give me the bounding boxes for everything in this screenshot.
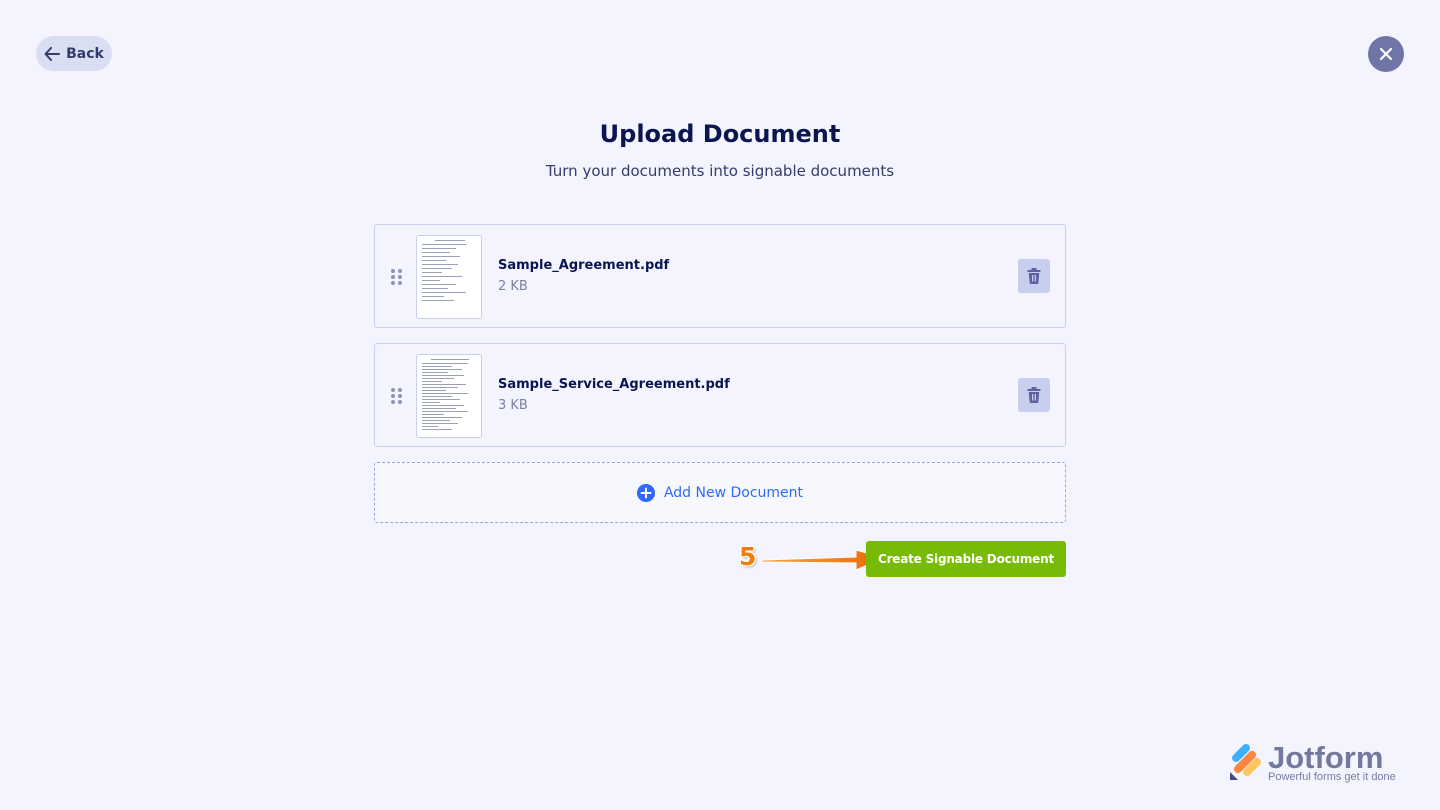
brand-tagline: Powerful forms get it done [1268,771,1396,783]
document-thumbnail [416,235,482,319]
step-number-annotation: 5 [739,542,757,571]
document-thumbnail [416,354,482,438]
jotform-watermark: Jotform Powerful forms get it done [1228,740,1408,790]
delete-document-button[interactable] [1018,259,1050,293]
delete-document-button[interactable] [1018,378,1050,412]
add-new-document-label: Add New Document [663,484,804,501]
jotform-logo-icon [1230,744,1261,780]
page-subtitle: Turn your documents into signable docume… [545,162,895,180]
arrow-left-icon [44,46,61,61]
document-name: Sample_Agreement.pdf [498,258,670,273]
document-card: Sample_Agreement.pdf 2 KB [374,224,1066,328]
page-title: Upload Document [599,120,841,148]
close-icon [1379,47,1393,61]
document-size: 2 KB [498,279,528,294]
close-button[interactable] [1368,36,1404,72]
create-signable-document-button[interactable]: Create Signable Document [866,541,1066,577]
back-button[interactable]: Back [36,36,112,71]
document-size: 3 KB [498,398,528,413]
drag-handle-icon[interactable] [391,269,402,285]
document-card: Sample_Service_Agreement.pdf 3 KB [374,343,1066,447]
add-new-document-button[interactable]: Add New Document [374,462,1066,523]
document-name: Sample_Service_Agreement.pdf [498,377,730,392]
trash-icon [1027,268,1041,284]
back-label: Back [66,45,104,62]
trash-icon [1027,387,1041,403]
drag-handle-icon[interactable] [391,388,402,404]
plus-circle-icon [636,483,655,502]
